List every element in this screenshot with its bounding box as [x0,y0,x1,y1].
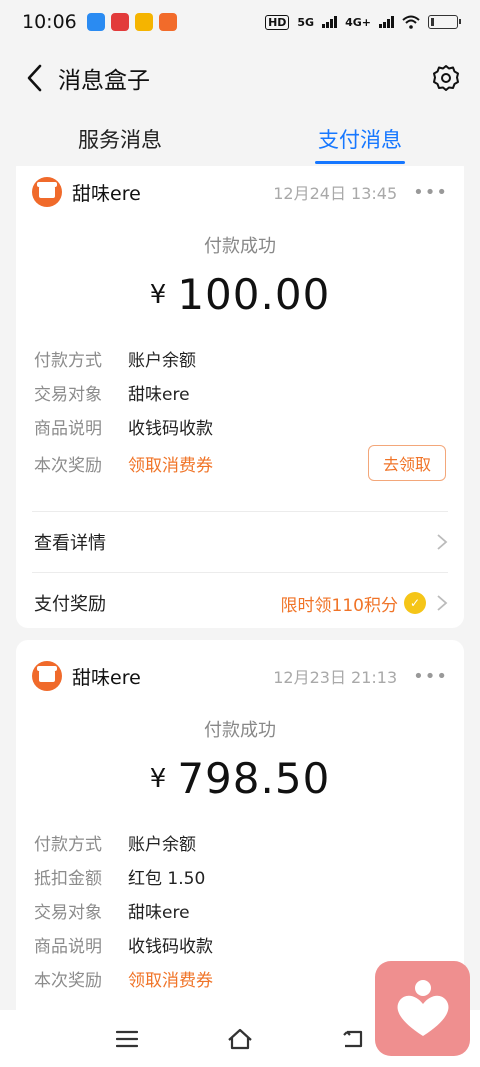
app-notification-icon [158,13,177,31]
claim-coupon-button[interactable]: 去领取 [367,445,446,481]
message-list[interactable]: 甜味ere 12月24日 13:45 ••• 付款成功 ¥ 100.00 付款方… [0,166,480,1010]
merchant-name: 甜味ere [72,666,141,689]
chevron-right-icon [437,534,448,550]
status-time: 10:06 [22,11,77,33]
info-value: 收钱码收款 [128,936,213,957]
info-label: 商品说明 [34,936,102,957]
wifi-icon [402,15,420,29]
info-value: 收钱码收款 [128,418,213,439]
coin-icon: ✓ [404,592,426,614]
back-button[interactable] [16,60,52,96]
app-notification-icon [110,13,129,31]
info-value: 账户余额 [128,834,196,855]
battery-icon [428,15,461,29]
status-bar: 10:06 HD 5G 4G+ [0,0,480,44]
payment-status: 付款成功 [204,720,276,741]
amount-row: ¥ 798.50 [16,754,464,803]
message-tabs: 服务消息 支付消息 [0,112,480,166]
info-row: 商品说明 收钱码收款 [34,409,446,443]
network-5g-label: 5G [297,15,315,29]
info-label: 付款方式 [34,834,102,855]
hd-icon: HD [265,14,290,30]
info-row: 付款方式 账户余额 [34,341,446,375]
back-arrow-icon [343,1030,363,1047]
notification-icons [86,13,177,31]
info-label: 商品说明 [34,418,102,439]
home-nav-button[interactable] [220,1019,260,1059]
home-icon [228,1028,252,1049]
app-notification-icon [86,13,105,31]
payment-amount: 100.00 [177,270,331,319]
menu-icon [115,1030,138,1047]
payment-status: 付款成功 [204,236,276,257]
payment-card[interactable]: 甜味ere 12月23日 21:13 ••• 付款成功 ¥ 798.50 付款方… [16,640,464,1010]
info-row: 本次奖励 领取消费券 去领取 [34,443,446,483]
tab-service-messages[interactable]: 服务消息 [0,112,240,166]
card-time: 12月24日 13:45 [273,184,398,203]
heart-person-icon [397,979,448,1036]
back-nav-button[interactable] [333,1019,373,1059]
signal-icon [379,16,394,28]
payment-info: 付款方式 账户余额 交易对象 甜味ere 商品说明 收钱码收款 本次奖励 领取消… [16,341,464,483]
currency-symbol: ¥ [149,279,167,310]
info-row: 商品说明 收钱码收款 [34,927,446,961]
reward-coupon-link[interactable]: 领取消费券 [128,966,213,991]
app-notification-icon [134,13,153,31]
info-value: 甜味ere [128,384,190,405]
signal-icon [322,16,338,28]
info-row: 交易对象 甜味ere [34,893,446,927]
info-row: 抵扣金额 红包 1.50 [34,859,446,893]
info-label: 本次奖励 [34,455,102,476]
tab-payment-messages[interactable]: 支付消息 [240,112,480,166]
view-details-label: 查看详情 [34,533,106,554]
merchant-name: 甜味ere [72,182,141,205]
info-label: 交易对象 [34,902,102,923]
info-value: 红包 1.50 [128,868,206,889]
page-title: 消息盒子 [58,68,150,94]
info-value: 账户余额 [128,350,196,371]
app-header: 消息盒子 [0,44,480,112]
card-time: 12月23日 21:13 [273,668,398,687]
settings-button[interactable] [428,60,464,96]
more-options-icon[interactable]: ••• [413,182,448,203]
info-value: 甜味ere [128,902,190,923]
info-label: 抵扣金额 [34,868,102,889]
chevron-left-icon [27,64,42,92]
menu-nav-button[interactable] [107,1019,147,1059]
payment-reward-label: 支付奖励 [34,594,106,615]
payment-amount: 798.50 [177,754,331,803]
network-4g-label: 4G+ [345,15,371,29]
merchant-logo-icon [32,661,62,691]
reward-points-text: 限时领110积分 [280,595,398,616]
info-label: 本次奖励 [34,970,102,991]
reward-coupon-link[interactable]: 领取消费券 [128,451,213,476]
amount-row: ¥ 100.00 [16,270,464,319]
payment-reward-row[interactable]: 支付奖励 限时领110积分 ✓ [16,573,464,633]
info-label: 交易对象 [34,384,102,405]
chevron-right-icon [437,595,448,611]
info-row: 交易对象 甜味ere [34,375,446,409]
view-details-row[interactable]: 查看详情 [16,512,464,572]
more-options-icon[interactable]: ••• [413,666,448,687]
payment-card[interactable]: 甜味ere 12月24日 13:45 ••• 付款成功 ¥ 100.00 付款方… [16,166,464,628]
info-label: 付款方式 [34,350,102,371]
floating-heart-widget[interactable] [375,961,470,1056]
currency-symbol: ¥ [149,763,167,794]
gear-icon [433,65,459,91]
merchant-logo-icon [32,177,62,207]
info-row: 付款方式 账户余额 [34,825,446,859]
